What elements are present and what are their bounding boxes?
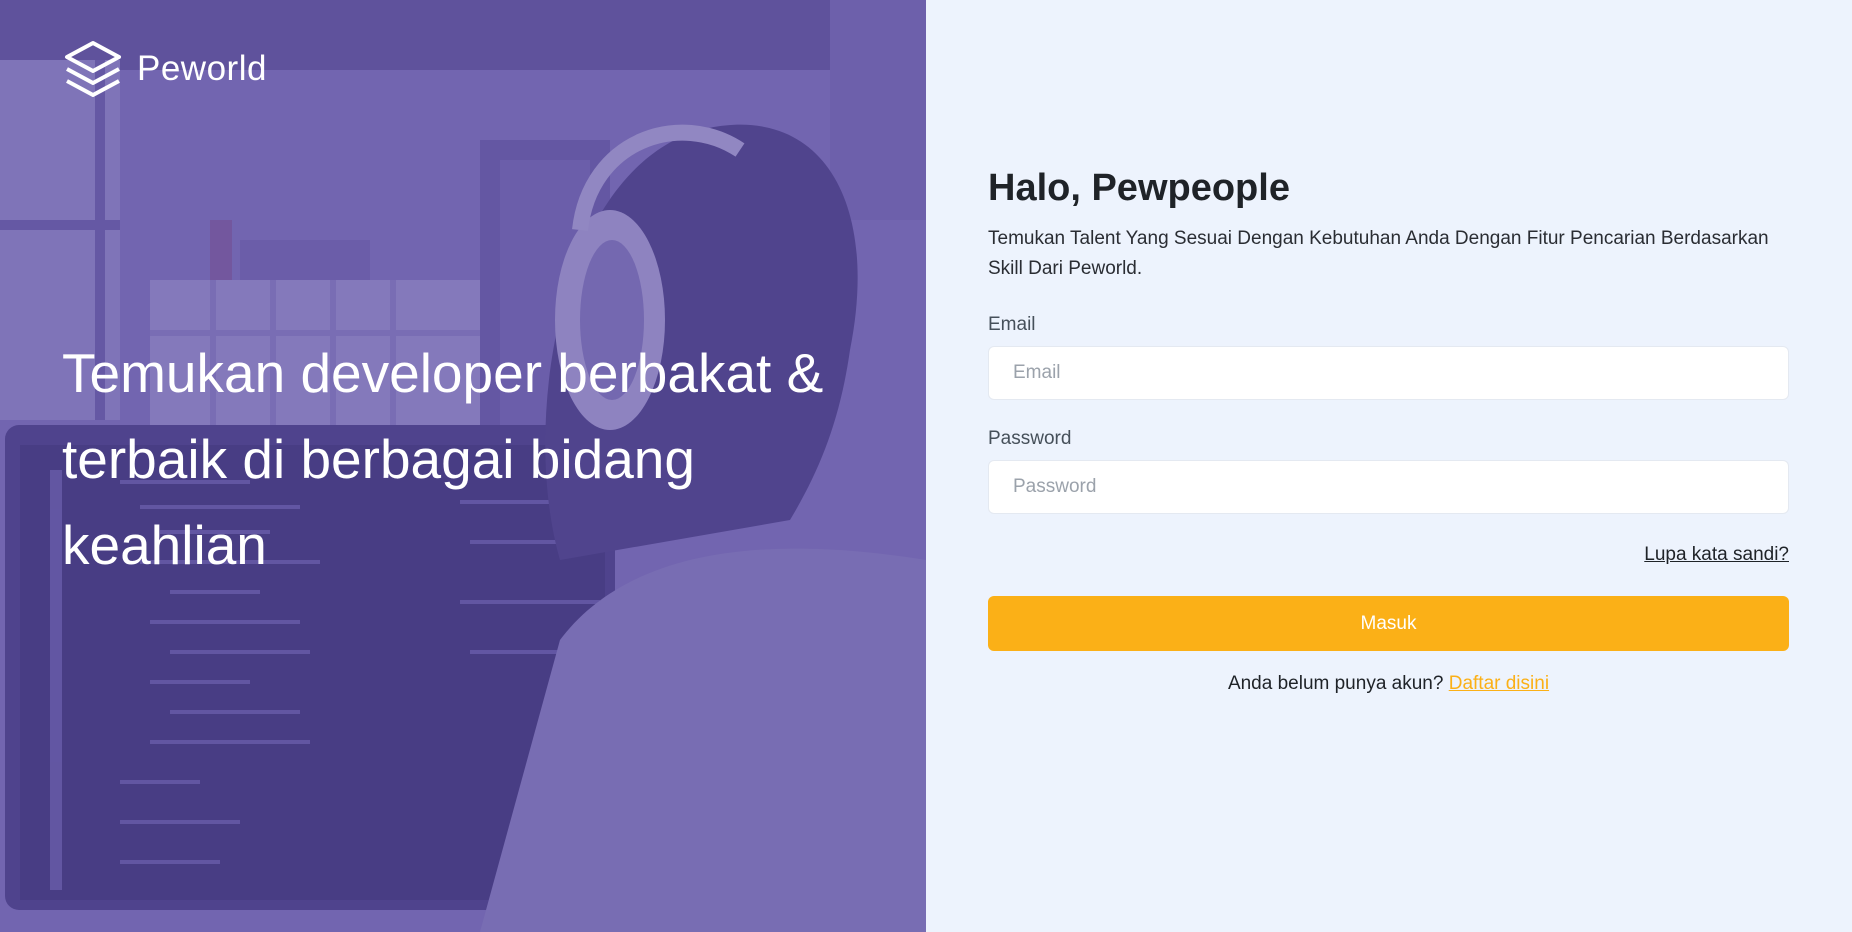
email-label: Email [988, 314, 1036, 335]
register-prompt: Anda belum punya akun? [1227, 673, 1449, 694]
login-page: Peworld Temukan developer berbakat & ter… [0, 0, 1852, 932]
forgot-password-link[interactable]: Lupa kata sandi? [1644, 544, 1789, 565]
forgot-row: Lupa kata sandi? [988, 544, 1789, 566]
register-row: Anda belum punya akun? Daftar disini [988, 673, 1789, 695]
password-field[interactable] [988, 460, 1789, 514]
page-title: Halo, Pewpeople [988, 167, 1290, 209]
register-link[interactable]: Daftar disini [1449, 673, 1549, 694]
brand-name: Peworld [137, 49, 267, 88]
password-label: Password [988, 428, 1072, 449]
layers-icon [65, 41, 121, 97]
login-form: Halo, Pewpeople Temukan Talent Yang Sesu… [988, 160, 1789, 695]
brand-logo[interactable]: Peworld [63, 40, 267, 98]
hero-panel: Peworld Temukan developer berbakat & ter… [0, 0, 926, 932]
login-button[interactable]: Masuk [988, 596, 1789, 651]
email-field[interactable] [988, 346, 1789, 400]
login-panel: Halo, Pewpeople Temukan Talent Yang Sesu… [926, 0, 1852, 932]
hero-headline: Temukan developer berbakat & terbaik di … [62, 342, 824, 576]
page-subtitle: Temukan Talent Yang Sesuai Dengan Kebutu… [988, 228, 1769, 279]
